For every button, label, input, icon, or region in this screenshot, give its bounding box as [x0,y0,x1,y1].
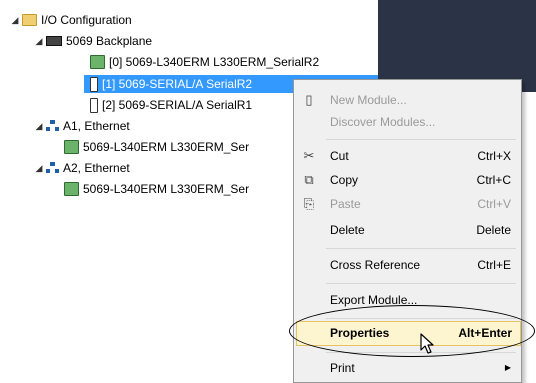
ethernet-icon [46,162,59,174]
expand-icon[interactable]: ◢ [10,11,20,29]
expand-icon[interactable]: ◢ [34,159,44,177]
controller-module-icon [64,182,79,196]
tree-item-a2-ethernet[interactable]: ◢ A2, Ethernet [34,159,130,177]
tree-item-5069-backplane[interactable]: ◢ 5069 Backplane [34,32,153,50]
controller-module-icon [90,55,105,69]
menu-item-copy[interactable]: ⧉ Copy Ctrl+C [296,169,519,191]
context-menu: ▯ New Module... Discover Modules... ✂ Cu… [293,79,522,383]
ethernet-icon [46,120,59,132]
menu-item-new-module[interactable]: ▯ New Module... [296,89,519,111]
tree-item-a1-module[interactable]: 5069-L340ERM L330ERM_Ser [64,138,249,156]
tree-item-label: 5069 Backplane [66,34,153,48]
submenu-arrow-icon: ▶ [504,363,511,372]
menu-item-cross-reference[interactable]: Cross Reference Ctrl+E [296,254,519,276]
tree-item-label: [0] 5069-L340ERM L330ERM_SerialR2 [109,55,320,69]
expand-icon[interactable]: ◢ [34,117,44,135]
folder-icon [22,14,37,26]
menu-item-discover-modules[interactable]: Discover Modules... [296,111,519,133]
menu-item-paste[interactable]: ⎘ Paste Ctrl+V [296,193,519,215]
tree-item-label: 5069-L340ERM L330ERM_Ser [83,182,250,196]
menu-item-properties[interactable]: Properties Alt+Enter [296,321,521,346]
mouse-pointer-icon [420,333,436,358]
menu-item-print[interactable]: Print ▶ [296,357,519,379]
menu-item-cut[interactable]: ✂ Cut Ctrl+X [296,145,519,167]
tree-item-label: A2, Ethernet [63,161,130,175]
menu-separator [326,318,516,319]
tree-item-module-0[interactable]: [0] 5069-L340ERM L330ERM_SerialR2 [90,53,319,71]
paste-icon: ⎘ [303,196,315,211]
scissors-icon: ✂ [303,148,315,163]
serial-module-icon [90,97,98,113]
tree-item-module-2[interactable]: [2] 5069-SERIAL/A SerialR1 [90,96,252,114]
tree-item-label: 5069-L340ERM L330ERM_Ser [83,140,250,154]
menu-separator [326,139,516,140]
menu-separator [326,248,516,249]
menu-item-export-module[interactable]: Export Module... [296,289,519,311]
tree-item-label: I/O Configuration [41,13,132,27]
new-module-icon: ▯ [305,92,313,107]
tree-item-a1-ethernet[interactable]: ◢ A1, Ethernet [34,117,130,135]
tree-item-io-configuration[interactable]: ◢ I/O Configuration [10,11,132,29]
tree-item-label: [1] 5069-SERIAL/A SerialR2 [102,77,253,91]
menu-separator [326,283,516,284]
menu-item-delete[interactable]: Delete Delete [296,219,519,241]
tree-item-label: A1, Ethernet [63,119,130,133]
copy-icon: ⧉ [304,172,314,187]
controller-module-icon [64,140,79,154]
expand-icon[interactable]: ◢ [34,32,44,50]
tree-item-label: [2] 5069-SERIAL/A SerialR1 [102,98,253,112]
tree-item-a2-module[interactable]: 5069-L340ERM L330ERM_Ser [64,180,249,198]
backplane-icon [46,36,62,46]
serial-module-icon [90,76,98,92]
